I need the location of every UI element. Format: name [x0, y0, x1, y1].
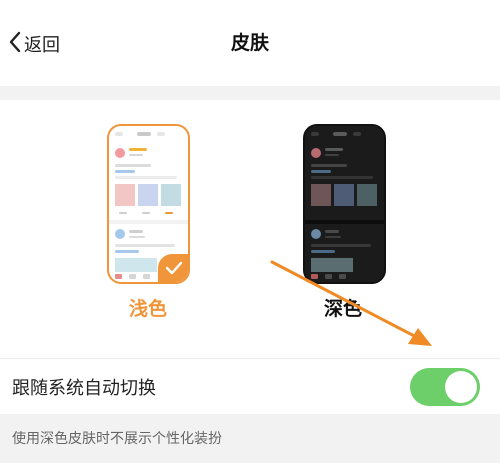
dark-skin-label[interactable]: 深色: [293, 294, 393, 321]
follow-system-label: 跟随系统自动切换: [12, 378, 156, 399]
follow-system-toggle[interactable]: [410, 368, 480, 406]
chevron-left-icon: [8, 31, 24, 58]
light-skin-preview[interactable]: [107, 124, 190, 284]
nav-bar: 返回 皮肤: [0, 0, 500, 86]
page-title: 皮肤: [230, 32, 269, 54]
dark-skin-preview[interactable]: [303, 124, 386, 284]
skin-settings-page: 返回 皮肤 浅色 深色 跟随系统自动切换 使用深色皮肤时不展示个性化装扮: [0, 0, 500, 463]
skin-options: 浅色 深色: [0, 100, 500, 358]
light-skin-label[interactable]: 浅色: [98, 294, 198, 321]
dark-preview-mockup: [305, 132, 384, 279]
check-icon: [165, 260, 183, 279]
back-label: 返回: [24, 35, 60, 56]
back-button[interactable]: 返回: [8, 26, 60, 62]
dark-skin-hint: 使用深色皮肤时不展示个性化装扮: [12, 431, 222, 447]
selected-badge: [158, 254, 188, 282]
follow-system-row: 跟随系统自动切换: [0, 358, 500, 414]
toggle-knob: [445, 371, 477, 403]
